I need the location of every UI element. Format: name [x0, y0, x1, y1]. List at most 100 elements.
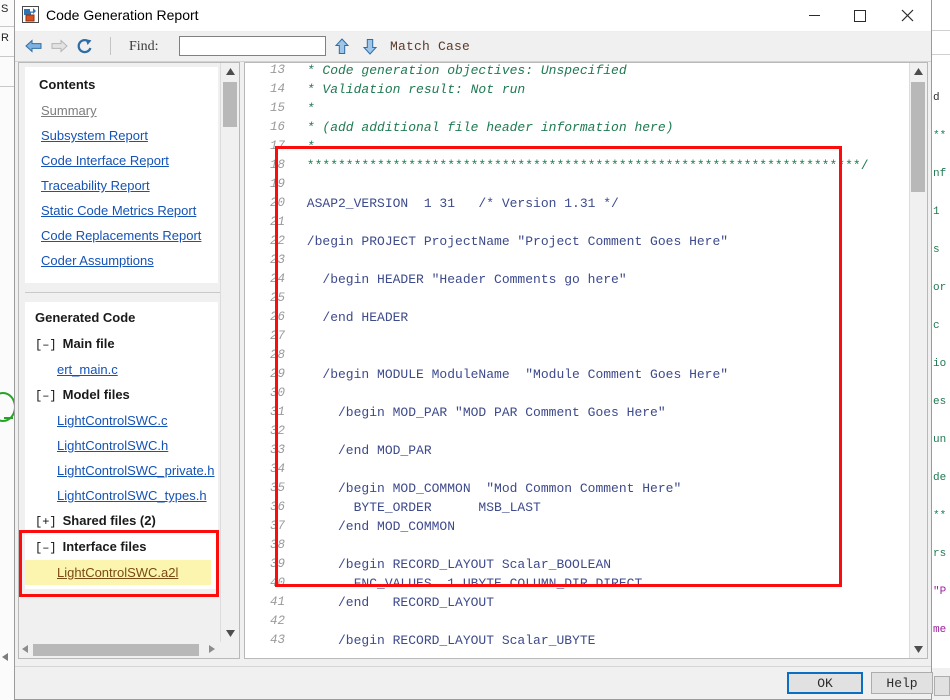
- sidebar-link-traceability-report[interactable]: Traceability Report: [25, 173, 218, 198]
- line-number: 40: [269, 576, 285, 590]
- tree-group-interface-files[interactable]: [–] Interface files: [25, 534, 218, 560]
- line-number: 23: [269, 253, 285, 267]
- line-number: 13: [269, 63, 285, 77]
- code-line-text: *: [299, 139, 315, 154]
- line-number: 24: [269, 272, 285, 286]
- collapse-icon[interactable]: [–]: [35, 541, 57, 555]
- sidebar-file-lightcontrolswc_types.h[interactable]: LightControlSWC_types.h: [25, 483, 218, 508]
- contents-card: Contents Summary Subsystem Report Code Int…: [25, 67, 218, 283]
- code-line: 16 * (add additional file header informa…: [245, 120, 909, 139]
- code-line: 38: [245, 538, 909, 557]
- code-line: 17 *: [245, 139, 909, 158]
- minimize-button[interactable]: [791, 0, 837, 31]
- sidebar: Contents Summary Subsystem Report Code Int…: [18, 62, 240, 659]
- background-code-fragment: s: [933, 244, 940, 256]
- line-number: 38: [269, 538, 285, 552]
- code-line-text: * Validation result: Not run: [299, 82, 526, 97]
- line-number: 19: [269, 177, 285, 191]
- triangle-down-icon: [225, 630, 235, 637]
- code-line-text: /begin RECORD_LAYOUT Scalar_BOOLEAN: [299, 557, 612, 572]
- sidebar-link-summary[interactable]: Summary: [25, 98, 218, 123]
- help-button[interactable]: Help: [871, 672, 933, 694]
- tree-group-label: Model files: [62, 387, 130, 402]
- sidebar-link-code-interface-report[interactable]: Code Interface Report: [25, 148, 218, 173]
- sidebar-link-code-replacements-report[interactable]: Code Replacements Report: [25, 223, 218, 248]
- tree-group-main-file[interactable]: [–] Main file: [25, 331, 218, 357]
- collapse-icon[interactable]: [–]: [35, 389, 57, 403]
- background-left-divider: [0, 86, 14, 87]
- match-case-label[interactable]: Match Case: [390, 39, 470, 54]
- code-scroll-up-button[interactable]: [910, 63, 927, 80]
- code-line: 18 *************************************…: [245, 158, 909, 177]
- search-input[interactable]: [179, 36, 326, 56]
- sidebar-file-lightcontrolswc.h[interactable]: LightControlSWC.h: [25, 433, 218, 458]
- collapse-icon[interactable]: [–]: [35, 338, 57, 352]
- background-left-panel: [0, 0, 15, 700]
- background-right-divider: [931, 30, 950, 31]
- sidebar-file-ert_main.c[interactable]: ert_main.c: [25, 357, 218, 382]
- background-code-fragment: io: [933, 358, 947, 370]
- code-line: 29 /begin MODULE ModuleName "Module Comm…: [245, 367, 909, 386]
- scroll-down-button[interactable]: [221, 625, 239, 642]
- find-previous-button[interactable]: [332, 36, 352, 57]
- code-line-text: /begin HEADER "Header Comments go here": [299, 272, 627, 287]
- ok-button[interactable]: OK: [787, 672, 863, 694]
- line-number: 41: [269, 595, 285, 609]
- sidebar-scroll-thumb[interactable]: [223, 82, 237, 127]
- code-line-text: *: [299, 101, 315, 116]
- code-line: 40 FNC_VALUES 1 UBYTE COLUMN_DIR DIRECT: [245, 576, 909, 595]
- code-line: 36 BYTE_ORDER MSB_LAST: [245, 500, 909, 519]
- sidebar-horizontal-scrollbar[interactable]: [19, 642, 239, 658]
- code-line: 43 /begin RECORD_LAYOUT Scalar_UBYTE: [245, 633, 909, 652]
- code-scroll-thumb[interactable]: [911, 82, 925, 192]
- line-number: 18: [269, 158, 285, 172]
- line-number: 16: [269, 120, 285, 134]
- toolbar-divider: [110, 37, 111, 55]
- sidebar-link-coder-assumptions[interactable]: Coder Assumptions: [25, 248, 218, 273]
- maximize-button[interactable]: [837, 0, 883, 31]
- scroll-up-button[interactable]: [221, 63, 239, 80]
- background-code-fragment: "P: [933, 586, 947, 598]
- tree-group-label: Shared files (2): [62, 513, 156, 528]
- code-viewer: 13 * Code generation objectives: Unspeci…: [244, 62, 928, 659]
- background-right-divider: [931, 54, 950, 55]
- find-next-button[interactable]: [360, 36, 380, 57]
- background-code-fragment: nf: [933, 168, 947, 180]
- background-code-fragment: rs: [933, 548, 947, 560]
- sidebar-link-subsystem-report[interactable]: Subsystem Report: [25, 123, 218, 148]
- tree-group-shared-files-2[interactable]: [+] Shared files (2): [25, 508, 218, 534]
- sidebar-hscroll-thumb[interactable]: [33, 644, 199, 656]
- expand-icon[interactable]: [+]: [35, 515, 57, 529]
- sidebar-link-static-code-metrics-report[interactable]: Static Code Metrics Report: [25, 198, 218, 223]
- sidebar-file-lightcontrolswc_private.h[interactable]: LightControlSWC_private.h: [25, 458, 218, 483]
- sidebar-file-lightcontrolswc.a2l[interactable]: LightControlSWC.a2l: [25, 560, 211, 585]
- sidebar-vertical-scrollbar[interactable]: [220, 63, 239, 642]
- generated-code-card: Generated Code [–] Main file ert_main.c [–]…: [25, 302, 218, 589]
- code-line: 13 * Code generation objectives: Unspeci…: [245, 63, 909, 82]
- code-line: 23: [245, 253, 909, 272]
- find-label: Find:: [129, 39, 159, 54]
- line-number: 22: [269, 234, 285, 248]
- code-line-text: /begin MOD_PAR "MOD PAR Comment Goes Her…: [299, 405, 666, 420]
- background-code-fragment: **: [933, 130, 947, 142]
- close-button[interactable]: [883, 0, 931, 31]
- code-line: 30: [245, 386, 909, 405]
- generated-code-heading: Generated Code: [35, 310, 136, 325]
- line-number: 42: [269, 614, 285, 628]
- line-number: 25: [269, 291, 285, 305]
- sidebar-file-lightcontrolswc.c[interactable]: LightControlSWC.c: [25, 408, 218, 433]
- code-scroll-down-button[interactable]: [910, 641, 927, 658]
- tree-group-model-files[interactable]: [–] Model files: [25, 382, 218, 408]
- code-line: 32: [245, 424, 909, 443]
- code-line: 31 /begin MOD_PAR "MOD PAR Comment Goes …: [245, 405, 909, 424]
- line-number: 37: [269, 519, 285, 533]
- line-number: 36: [269, 500, 285, 514]
- code-line: 15 *: [245, 101, 909, 120]
- scroll-right-button[interactable]: [209, 645, 215, 653]
- code-vertical-scrollbar[interactable]: [909, 63, 927, 658]
- forward-arrow-icon: [49, 36, 69, 56]
- scroll-left-button[interactable]: [22, 645, 28, 653]
- back-arrow-icon[interactable]: [24, 36, 44, 56]
- refresh-icon[interactable]: [74, 36, 94, 56]
- line-number: 34: [269, 462, 285, 476]
